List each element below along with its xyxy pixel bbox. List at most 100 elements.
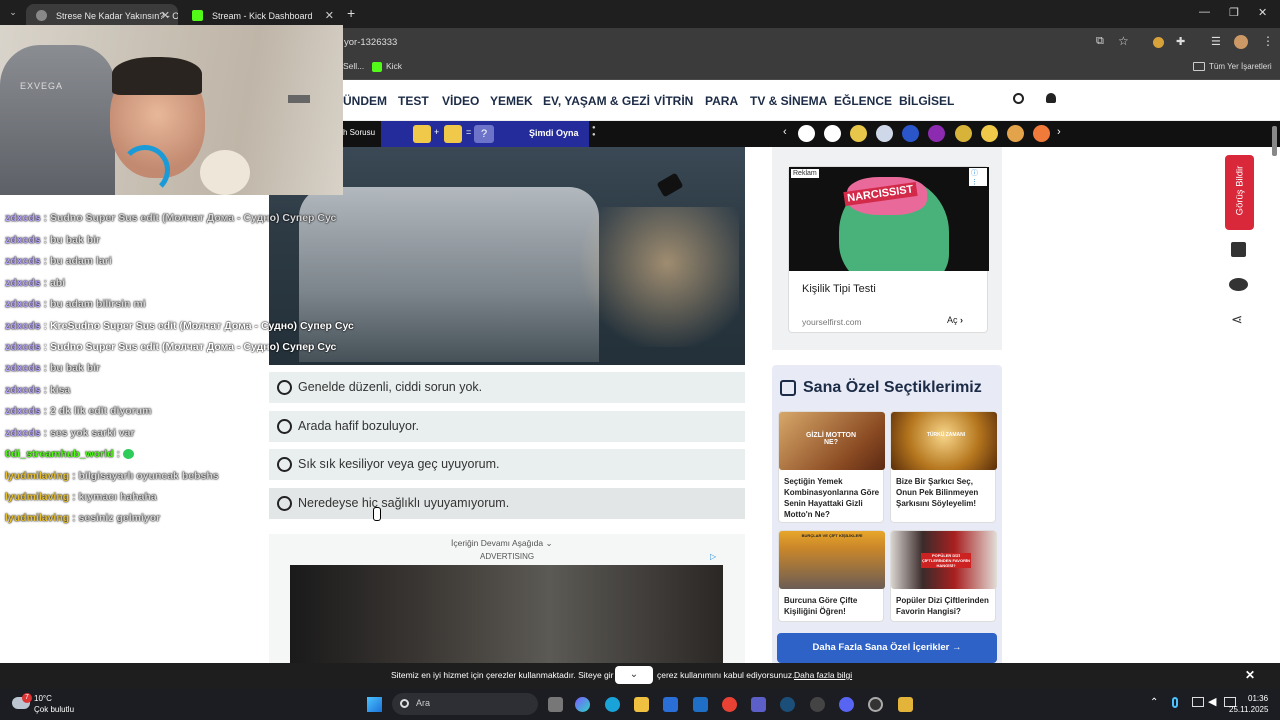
scrollbar[interactable] bbox=[1272, 126, 1277, 156]
close-icon[interactable]: ✕ bbox=[1245, 668, 1255, 682]
clock-time[interactable]: 01:36 bbox=[1248, 694, 1268, 703]
chevron-right-icon[interactable]: › bbox=[1057, 126, 1061, 138]
chat-text: : bu adam lari bbox=[43, 255, 112, 267]
nav-tv-sinema[interactable]: TV & SİNEMA bbox=[750, 94, 827, 108]
chat-user: zdxcds bbox=[5, 384, 41, 396]
feedback-button[interactable]: Görüş Bildir bbox=[1225, 155, 1254, 230]
chat-text: : Sudno Super Sus edit (Молчат Дома - Су… bbox=[43, 212, 337, 224]
search-icon[interactable] bbox=[1013, 93, 1024, 104]
install-icon[interactable]: ⧉ bbox=[1096, 35, 1104, 48]
app-icon[interactable] bbox=[810, 697, 825, 712]
quiz-option[interactable]: Neredeyse hiç sağlıklı uyuyamıyorum. bbox=[269, 488, 745, 519]
quiz-option[interactable]: Sık sık kesiliyor veya geç uyuyorum. bbox=[269, 449, 745, 480]
more-picks-button[interactable]: Daha Fazla Sana Özel İçerikler → bbox=[777, 633, 997, 663]
menu-icon[interactable]: ⋮ bbox=[1262, 34, 1274, 48]
nav-para[interactable]: PARA bbox=[705, 94, 738, 108]
chevron-up-icon[interactable]: ⌃ bbox=[1150, 697, 1158, 708]
video-ad[interactable] bbox=[290, 565, 723, 663]
category-icon[interactable] bbox=[1007, 125, 1024, 142]
all-bookmarks[interactable]: Tüm Yer İşaretleri bbox=[1209, 62, 1272, 71]
adchoices-icon[interactable]: ▷ bbox=[710, 552, 716, 561]
search-icon bbox=[400, 699, 409, 708]
category-icon[interactable] bbox=[928, 125, 945, 142]
clock-date[interactable]: 25.11.2025 bbox=[1229, 705, 1268, 714]
explorer-icon[interactable] bbox=[634, 697, 649, 712]
streamer-hair bbox=[112, 57, 202, 95]
radio-icon[interactable] bbox=[277, 457, 292, 472]
new-tab-button[interactable]: + bbox=[347, 5, 355, 21]
category-icon[interactable] bbox=[876, 125, 893, 142]
nav-video[interactable]: VİDEO bbox=[442, 94, 479, 108]
play-button[interactable]: Şimdi Oyna bbox=[529, 128, 579, 138]
nav-vitrin[interactable]: VİTRİN bbox=[654, 94, 693, 108]
kick-app-icon[interactable] bbox=[898, 697, 913, 712]
media-icon[interactable]: ☰ bbox=[1211, 35, 1221, 48]
nav-gundem[interactable]: ÜNDEM bbox=[343, 94, 387, 108]
close-icon[interactable]: ✕ bbox=[325, 6, 334, 26]
bookmark-icon[interactable] bbox=[1231, 242, 1246, 257]
category-icon[interactable] bbox=[1033, 125, 1050, 142]
radio-icon[interactable] bbox=[277, 419, 292, 434]
user-icon[interactable] bbox=[1046, 93, 1056, 103]
store-icon[interactable] bbox=[663, 697, 678, 712]
category-icon[interactable] bbox=[824, 125, 841, 142]
ad-cta[interactable]: Aç › bbox=[947, 315, 963, 325]
nav-eglence[interactable]: EĞLENCE bbox=[834, 94, 892, 108]
outlook-icon[interactable] bbox=[693, 697, 708, 712]
address-bar[interactable]: yor-1326333 bbox=[344, 37, 397, 48]
pick-card[interactable]: POPÜLER DİZİ ÇİFTLERİNDEN FAVORİN HANGİS… bbox=[890, 530, 997, 622]
edge-icon[interactable] bbox=[605, 697, 620, 712]
adchoices-icon[interactable]: ⓘ ⋮ bbox=[969, 168, 987, 186]
nav-bilgisel[interactable]: BİLGİSEL bbox=[899, 94, 954, 108]
category-icon[interactable] bbox=[798, 125, 815, 142]
tab-search-button[interactable]: ⌄ bbox=[6, 7, 20, 21]
continue-label: İçeriğin Devamı Aşağıda ⌄ bbox=[451, 538, 553, 548]
close-icon[interactable]: ✕ bbox=[161, 6, 170, 26]
obs-icon[interactable] bbox=[868, 697, 883, 712]
nav-yemek[interactable]: YEMEK bbox=[490, 94, 533, 108]
pick-card[interactable]: TÜRKÜ ZAMANI Bize Bir Şarkıcı Seç, Onun … bbox=[890, 411, 997, 523]
bookmark-kick[interactable]: Kick bbox=[386, 61, 402, 71]
quiz-option[interactable]: Arada hafif bozuluyor. bbox=[269, 411, 745, 442]
task-view-icon[interactable] bbox=[548, 697, 563, 712]
notification-badge: 7 bbox=[22, 693, 32, 703]
cookie-more-link[interactable]: Daha fazla bilgi bbox=[794, 670, 852, 680]
folder-icon bbox=[1193, 62, 1205, 71]
pick-card[interactable]: GİZLİ MOTTON NE? Seçtiğin Yemek Kombinas… bbox=[778, 411, 885, 523]
extension-icon[interactable] bbox=[1153, 37, 1164, 48]
mic-icon[interactable] bbox=[1172, 697, 1178, 708]
chrome-icon[interactable] bbox=[722, 697, 737, 712]
pick-card[interactable]: BURÇLAR VE ÇİFT KİŞİLİKLERİ Burcuna Göre… bbox=[778, 530, 885, 622]
volume-icon[interactable]: ◀ bbox=[1208, 695, 1216, 708]
category-icon[interactable] bbox=[955, 125, 972, 142]
radio-icon[interactable] bbox=[277, 380, 292, 395]
star-icon[interactable]: ☆ bbox=[1118, 34, 1129, 48]
ad-card[interactable]: NARCISSIST Reklam ⓘ ⋮ Kişilik Tipi Testi… bbox=[788, 166, 989, 333]
window-close-icon[interactable]: ✕ bbox=[1258, 6, 1267, 19]
puzzle-icon[interactable]: ✚ bbox=[1176, 35, 1185, 48]
emoji-icon bbox=[413, 125, 431, 143]
category-icon[interactable] bbox=[902, 125, 919, 142]
collapse-button[interactable]: ⌄ bbox=[615, 666, 653, 684]
avatar[interactable] bbox=[1234, 35, 1248, 49]
category-icon[interactable] bbox=[981, 125, 998, 142]
bookmark-sell[interactable]: Sell... bbox=[343, 61, 364, 71]
network-icon[interactable] bbox=[1192, 697, 1204, 707]
radio-icon[interactable] bbox=[277, 496, 292, 511]
copilot-icon[interactable] bbox=[575, 697, 590, 712]
share-icon[interactable]: ⋖ bbox=[1231, 311, 1243, 328]
steam-icon[interactable] bbox=[780, 697, 795, 712]
category-icon[interactable] bbox=[850, 125, 867, 142]
nav-test[interactable]: TEST bbox=[398, 94, 429, 108]
puzzle-banner[interactable]: + = ? Şimdi Oyna bbox=[381, 121, 589, 147]
search-box[interactable]: Ara bbox=[392, 693, 538, 715]
minimize-icon[interactable]: — bbox=[1199, 6, 1210, 18]
comments-icon[interactable] bbox=[1229, 278, 1248, 291]
chevron-left-icon[interactable]: ‹ bbox=[783, 126, 787, 138]
start-icon[interactable] bbox=[367, 697, 382, 712]
maximize-icon[interactable]: ❐ bbox=[1229, 6, 1239, 19]
discord-icon[interactable] bbox=[839, 697, 854, 712]
nav-ev-yasam[interactable]: EV, YAŞAM & GEZİ bbox=[543, 94, 650, 108]
teams-icon[interactable] bbox=[751, 697, 766, 712]
quiz-option[interactable]: Genelde düzenli, ciddi sorun yok. bbox=[269, 372, 745, 403]
